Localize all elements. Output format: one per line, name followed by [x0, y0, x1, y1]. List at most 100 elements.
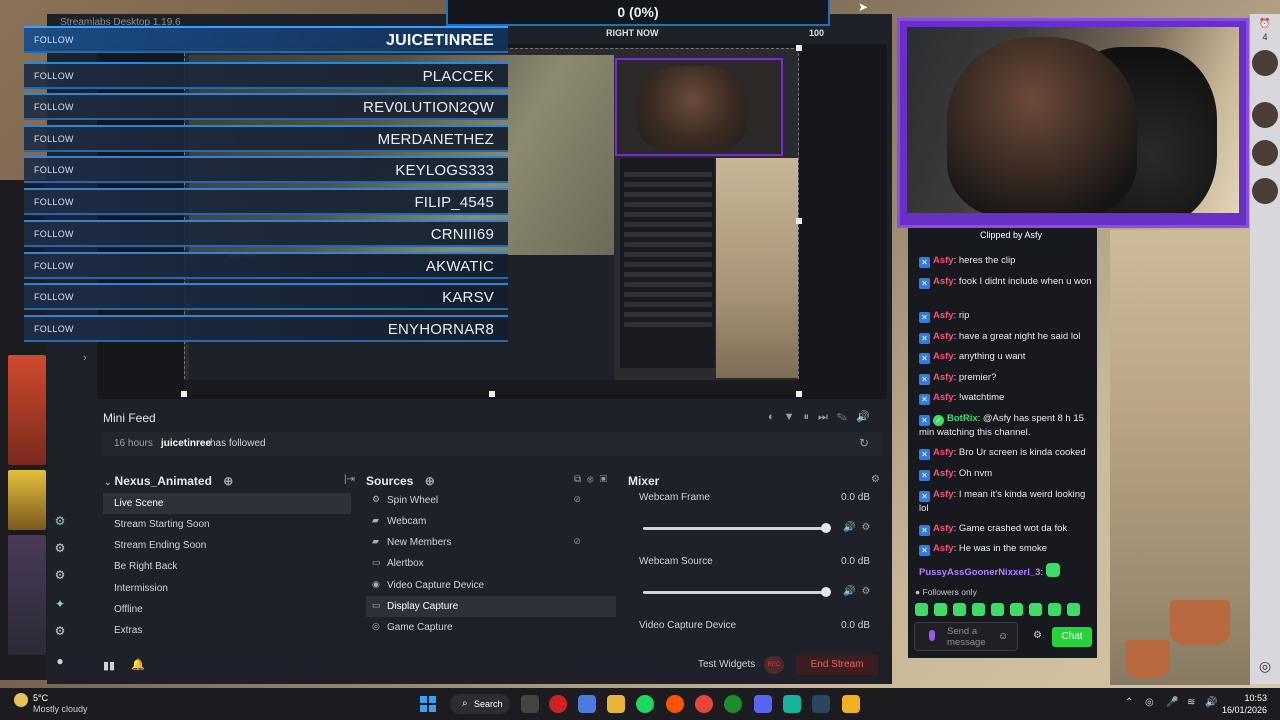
mute-settings-icons[interactable]: 🔊⚙	[843, 586, 876, 597]
feed-time: 16 hours	[114, 438, 153, 449]
source-toolbar-icons[interactable]: ⧉⊛▣	[574, 474, 613, 485]
follow-alert: FOLLOW FILIP_4545	[24, 188, 508, 215]
avatar[interactable]	[1252, 102, 1278, 128]
notification-icon[interactable]: ⏰	[1250, 18, 1280, 29]
feed-event: has followed	[210, 438, 266, 449]
soundcloud-icon[interactable]	[666, 695, 684, 713]
emote-icon[interactable]	[1010, 603, 1023, 616]
mixer-settings-icon[interactable]: ⚙	[871, 474, 880, 485]
discord-icon[interactable]	[754, 695, 772, 713]
source-item[interactable]: ▭ Alertbox	[366, 553, 616, 574]
end-stream-button[interactable]: End Stream	[796, 655, 878, 675]
copilot-icon[interactable]	[578, 695, 596, 713]
resize-handle[interactable]	[796, 45, 802, 51]
kick-icon[interactable]	[842, 695, 860, 713]
weather-icon[interactable]	[14, 693, 28, 707]
scene-item[interactable]: Be Right Back	[103, 556, 351, 577]
xbox-icon[interactable]	[724, 695, 742, 713]
wifi-icon[interactable]: ≋	[1187, 697, 1195, 708]
resize-handle[interactable]	[489, 391, 495, 397]
emote-icon[interactable]	[991, 603, 1004, 616]
scene-item[interactable]: Extras	[103, 620, 351, 641]
emote-icon[interactable]	[1029, 603, 1042, 616]
settings-icon[interactable]: ⚙	[52, 624, 68, 640]
scene-item[interactable]: Stream Starting Soon	[103, 514, 351, 535]
chrome-icon[interactable]	[695, 695, 713, 713]
visibility-off-icon: ⊘	[573, 494, 581, 504]
resize-handle[interactable]	[796, 391, 802, 397]
add-source-icon[interactable]: ⊕	[425, 474, 435, 488]
emote-icon[interactable]	[953, 603, 966, 616]
opera-icon[interactable]	[549, 695, 567, 713]
source-item[interactable]: ▰ Webcam	[366, 511, 616, 532]
source-item[interactable]: ▭ Display Capture	[366, 596, 616, 617]
source-item[interactable]: ▰ New Members ⊘	[366, 532, 616, 553]
source-item[interactable]: ◎ Game Capture	[366, 617, 616, 638]
background-pot	[1125, 640, 1170, 678]
start-menu-icon[interactable]	[420, 696, 436, 712]
chat-mic-icon[interactable]	[929, 630, 935, 641]
clock-time[interactable]: 10:53	[1220, 693, 1267, 703]
search-icon: ⌕	[462, 698, 468, 709]
avatar[interactable]	[1252, 178, 1278, 204]
scene-item[interactable]: Intermission	[103, 578, 351, 599]
follow-alert: FOLLOW ENYHORNAR8	[24, 315, 508, 342]
record-button[interactable]: REC	[764, 656, 784, 674]
chat-badge-icon: ✕	[919, 278, 930, 289]
nested-chat	[620, 158, 715, 368]
resize-handle[interactable]	[796, 218, 802, 224]
source-item[interactable]: ◉ Video Capture Device	[366, 575, 616, 596]
follow-alert: FOLLOW JUICETINREE	[24, 26, 508, 53]
chat-message: ✕ Asfy: Game crashed wot da fok	[919, 522, 1094, 536]
scene-item[interactable]: Live Scene	[103, 493, 351, 514]
nested-webcam	[615, 58, 783, 156]
mini-feed-controls[interactable]: ◐▼⏸⏭✎🔊	[768, 410, 879, 424]
scene-item[interactable]: Stream Ending Soon	[103, 535, 351, 556]
chat-settings-icon[interactable]: ⚙	[1033, 630, 1042, 641]
microphone-icon[interactable]: 🎤	[1166, 697, 1178, 708]
sparkle-icon[interactable]: ✦	[52, 597, 68, 613]
mute-settings-icons[interactable]: 🔊⚙	[843, 522, 876, 533]
chat-send-button[interactable]: Chat	[1052, 627, 1092, 647]
themes-icon[interactable]: ⚙	[52, 568, 68, 584]
emote-icon[interactable]	[972, 603, 985, 616]
volume-slider[interactable]	[643, 527, 825, 530]
chat-badge-icon: ✕	[919, 312, 930, 323]
emote-icon[interactable]	[1048, 603, 1061, 616]
emote-icon[interactable]	[1067, 603, 1080, 616]
emoji-picker-icon[interactable]: ☺	[998, 631, 1008, 642]
avatar[interactable]	[1252, 140, 1278, 166]
scene-transitions-icon[interactable]: |⇥	[344, 474, 355, 485]
volume-icon[interactable]: 🔊	[1205, 697, 1217, 708]
add-scene-icon[interactable]: ⊕	[223, 474, 233, 488]
volume-slider[interactable]	[643, 591, 825, 594]
spotify-icon[interactable]	[636, 695, 654, 713]
stats-icon[interactable]: ▮▮	[103, 659, 115, 672]
profile-icon[interactable]: ●	[52, 654, 68, 670]
task-view-icon[interactable]	[521, 695, 539, 713]
emote-icon[interactable]	[915, 603, 928, 616]
chat-message: ✕ Asfy: have a great night he said lol	[919, 330, 1094, 344]
scenes-header[interactable]: ⌄ Nexus_Animated ⊕	[104, 474, 233, 488]
clock-date[interactable]: 16/01/2026	[1220, 705, 1267, 715]
refresh-icon[interactable]: ↻	[859, 436, 869, 450]
test-widgets-button[interactable]: Test Widgets	[698, 659, 755, 670]
scene-item[interactable]: Offline	[103, 599, 351, 620]
tray-overflow-icon[interactable]: ⌃	[1125, 697, 1133, 708]
steam-icon[interactable]	[812, 695, 830, 713]
file-explorer-icon[interactable]	[607, 695, 625, 713]
source-item[interactable]: ⚙ Spin Wheel ⊘	[366, 490, 616, 511]
studio-mode-icon[interactable]: ⚙	[52, 514, 68, 530]
collapse-arrow-icon[interactable]: ›	[83, 352, 87, 364]
tray-app-icon[interactable]: ◎	[1145, 697, 1154, 708]
layout-icon[interactable]: ⚙	[52, 541, 68, 557]
streamlabs-icon[interactable]	[783, 695, 801, 713]
notifications-bell-icon[interactable]: 🔔	[131, 658, 145, 671]
volume-knob[interactable]	[821, 587, 831, 597]
podcast-icon[interactable]: ◎	[1250, 658, 1280, 675]
resize-handle[interactable]	[181, 391, 187, 397]
avatar[interactable]	[1252, 50, 1278, 76]
volume-knob[interactable]	[821, 523, 831, 533]
right-side-panel: ⏰ 4 ◎	[1250, 14, 1280, 684]
emote-icon[interactable]	[934, 603, 947, 616]
